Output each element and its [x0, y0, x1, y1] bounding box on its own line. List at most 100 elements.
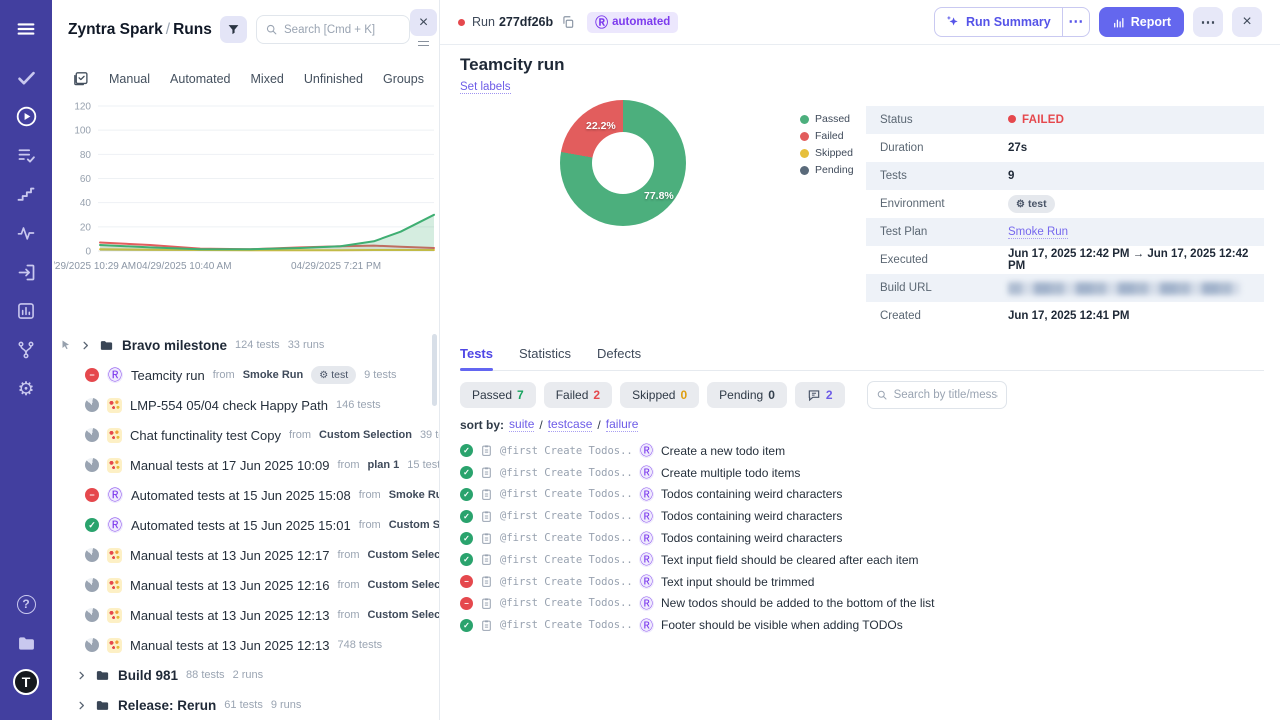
test-row[interactable]: @first Create Todos... Create a new todo …	[460, 440, 1266, 462]
branch-icon[interactable]	[13, 337, 39, 363]
scrollbar-thumb[interactable]	[432, 334, 437, 406]
run-summary-button[interactable]: Run Summary	[935, 8, 1062, 36]
select-all-icon[interactable]	[72, 70, 89, 87]
run-row[interactable]: Manual tests at 13 Jun 2025 12:16 from Cus…	[52, 570, 439, 600]
svg-text:60: 60	[80, 174, 92, 185]
more-actions-button[interactable]	[1193, 7, 1223, 37]
sidebar	[0, 0, 52, 720]
automated-icon	[107, 517, 123, 533]
run-row[interactable]: Chat functinality test Copy from Custom Se…	[52, 420, 439, 450]
manual-run-icon	[107, 457, 122, 473]
detail-row: Environment test	[866, 190, 1264, 218]
run-row[interactable]: Manual tests at 13 Jun 2025 12:13 748 tes…	[52, 630, 439, 660]
test-row[interactable]: @first Create Todos... New todos should b…	[460, 593, 1266, 615]
comments-filter-chip[interactable]: 2	[794, 382, 845, 408]
run-row[interactable]: LMP-554 05/04 check Happy Path 146 tests	[52, 390, 439, 420]
panel-close-button[interactable]	[410, 9, 437, 36]
tab-unfinished[interactable]: Unfinished	[304, 72, 363, 86]
play-circle-icon[interactable]	[13, 103, 39, 129]
test-row[interactable]: @first Create Todos... Todos containing w…	[460, 484, 1266, 506]
test-row[interactable]: @first Create Todos... Text input should …	[460, 571, 1266, 593]
check-icon[interactable]	[13, 64, 39, 90]
activity-icon[interactable]	[13, 220, 39, 246]
tab-automated[interactable]: Automated	[170, 72, 230, 86]
test-row[interactable]: @first Create Todos... Create multiple to…	[460, 462, 1266, 484]
steps-icon[interactable]	[13, 181, 39, 207]
test-row[interactable]: @first Create Todos... Todos containing w…	[460, 527, 1266, 549]
source-plan-name: Custom Selection	[367, 609, 439, 621]
automated-icon	[107, 367, 123, 383]
help-icon[interactable]	[13, 591, 39, 617]
import-icon[interactable]	[13, 259, 39, 285]
sort-by-suite[interactable]: suite	[509, 417, 535, 432]
test-title: Todos containing weird characters	[661, 487, 843, 502]
environment-badge: test	[1008, 195, 1055, 213]
blurred-build-url	[1008, 281, 1240, 295]
testomat-logo[interactable]	[13, 669, 39, 695]
run-row[interactable]: Manual tests at 13 Jun 2025 12:13 from Cus…	[52, 600, 439, 630]
chip-count: 2	[593, 388, 601, 402]
clipboard-icon	[480, 444, 493, 457]
runs-search-input[interactable]	[284, 23, 401, 36]
tab-mixed[interactable]: Mixed	[251, 72, 284, 86]
run-row[interactable]: Automated tests at 15 Jun 2025 15:08 from…	[52, 480, 439, 510]
automated-icon	[639, 508, 654, 524]
tab-statistics[interactable]: Statistics	[519, 346, 571, 370]
collapse-icon[interactable]	[418, 41, 429, 46]
tests-search-input[interactable]	[893, 389, 998, 401]
tab-defects[interactable]: Defects	[597, 346, 641, 370]
report-button[interactable]: Report	[1098, 7, 1184, 37]
filter-button[interactable]	[220, 16, 247, 43]
test-row[interactable]: @first Create Todos... Footer should be v…	[460, 614, 1266, 636]
check-icon	[463, 512, 470, 521]
detail-row: Duration 27s	[866, 134, 1264, 162]
sort-by-failure[interactable]: failure	[605, 417, 639, 432]
tab-groups[interactable]: Groups	[383, 72, 424, 86]
folder-row[interactable]: Build 981 88 tests 2 runs	[52, 660, 439, 690]
run-id: 277df26b	[498, 15, 554, 29]
test-row[interactable]: @first Create Todos... Text input field s…	[460, 549, 1266, 571]
test-plan-link[interactable]: Smoke Run	[1008, 226, 1069, 239]
run-summary-more-button[interactable]	[1061, 8, 1089, 36]
run-row[interactable]: Manual tests at 17 Jun 2025 10:09 from pla…	[52, 450, 439, 480]
gear-icon[interactable]	[13, 376, 39, 402]
detail-row: Executed Jun 17, 2025 12:42 PM → Jun 17, …	[866, 246, 1264, 274]
set-labels-link[interactable]: Set labels	[460, 81, 511, 94]
status-neutral-icon	[85, 398, 99, 412]
report-label: Report	[1130, 15, 1171, 29]
copy-run-id-button[interactable]	[561, 15, 575, 29]
chevron-right-icon	[76, 670, 87, 681]
filter-chip-failed[interactable]: Failed 2	[543, 382, 613, 408]
run-row[interactable]: Automated tests at 15 Jun 2025 15:01 from…	[52, 510, 439, 540]
minus-icon	[89, 490, 94, 500]
test-suite-path: @first Create Todos...	[500, 597, 632, 610]
detail-value: Jun 17, 2025 12:41 PM	[1008, 310, 1130, 322]
automated-badge[interactable]: automated	[587, 11, 679, 33]
run-row[interactable]: Manual tests at 13 Jun 2025 12:17 from Cus…	[52, 540, 439, 570]
filter-chip-skipped[interactable]: Skipped 0	[620, 382, 700, 408]
results-donut-chart: 22.2% 77.8%	[558, 98, 688, 228]
tab-manual[interactable]: Manual	[109, 72, 150, 86]
run-tests-count: 146 tests	[336, 399, 381, 411]
donut-hole	[592, 132, 654, 194]
folder-icon[interactable]	[13, 630, 39, 656]
close-run-button[interactable]	[1232, 7, 1262, 37]
list-check-icon[interactable]	[13, 142, 39, 168]
folder-row[interactable]: Bravo milestone 124 tests 33 runs	[52, 330, 439, 360]
sort-by-testcase[interactable]: testcase	[547, 417, 593, 432]
test-title: New todos should be added to the bottom …	[661, 596, 935, 611]
filter-chip-passed[interactable]: Passed 7	[460, 382, 536, 408]
filter-chip-pending[interactable]: Pending 0	[707, 382, 787, 408]
run-title: Teamcity run	[460, 55, 565, 74]
tab-tests[interactable]: Tests	[460, 346, 493, 371]
test-row[interactable]: @first Create Todos... Todos containing w…	[460, 505, 1266, 527]
run-row[interactable]: Teamcity run from Smoke Run test 9 tests	[52, 360, 439, 390]
folder-row[interactable]: Release: Rerun 61 tests 9 runs	[52, 690, 439, 720]
menu-icon[interactable]	[13, 16, 39, 42]
status-filter-chips: Passed 7 Failed 2 Skipped 0 Pending 0 2	[460, 381, 1007, 409]
check-icon	[463, 446, 470, 455]
comment-bubble-icon	[807, 388, 821, 402]
breadcrumb-project[interactable]: Zyntra Spark	[68, 21, 163, 38]
status-neutral-icon	[85, 428, 99, 442]
chart-box-icon[interactable]	[13, 298, 39, 324]
